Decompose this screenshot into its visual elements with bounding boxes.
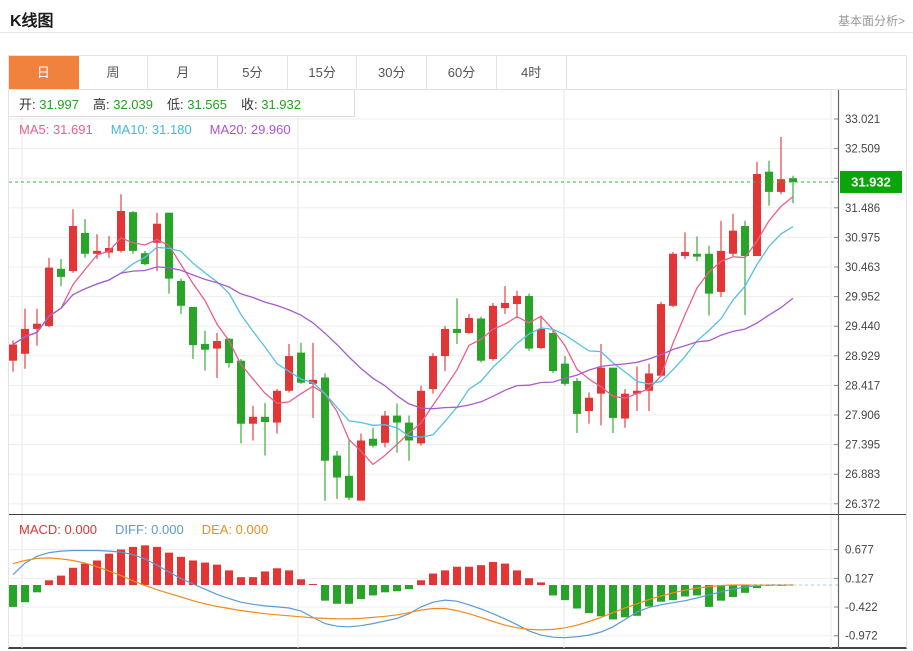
ohlc-legend: 开: 31.997 高: 32.039 低: 31.565 收: 31.932	[9, 90, 355, 117]
tab-1[interactable]: 周	[79, 56, 149, 89]
interval-tab-bar: 日周月5分15分30分60分4时	[9, 56, 906, 90]
macd-histogram	[9, 545, 785, 619]
legend-item: 收: 31.932	[241, 94, 301, 113]
macd-axis-label: -0.422	[845, 602, 878, 614]
tab-5[interactable]: 30分	[357, 56, 427, 89]
page-header: K线图 基本面分析>	[0, 0, 913, 33]
kline-main-panel: 33.02132.50931.99831.48630.97530.46329.9…	[9, 90, 906, 514]
price-axis-label: 26.372	[845, 499, 880, 511]
price-axis-label: 26.883	[845, 469, 880, 481]
price-axis-label: 27.395	[845, 440, 880, 452]
price-axis-label: 32.509	[845, 144, 880, 156]
price-axis-label: 29.440	[845, 321, 880, 333]
price-axis-label: 29.952	[845, 292, 880, 304]
legend-item: 低: 31.565	[167, 94, 227, 113]
legend-item: 开: 31.997	[19, 94, 79, 113]
macd-axis-label: 0.127	[845, 573, 874, 585]
price-axis-label: 30.463	[845, 262, 880, 274]
legend-item: MA10: 31.180	[111, 122, 192, 137]
price-axis-label: 31.486	[845, 203, 880, 215]
legend-item: 高: 32.039	[93, 94, 153, 113]
tab-3[interactable]: 5分	[218, 56, 288, 89]
tab-4[interactable]: 15分	[288, 56, 358, 89]
tab-0[interactable]: 日	[9, 56, 79, 89]
price-axis-label: 28.417	[845, 380, 880, 392]
svg-text:31.932: 31.932	[851, 174, 891, 189]
price-axis-label: 33.021	[845, 114, 880, 126]
macd-axis-label: -0.972	[845, 631, 878, 643]
kline-page: K线图 基本面分析> 日周月5分15分30分60分4时 33.021 32.509…	[0, 0, 913, 651]
legend-item: MACD: 0.000	[19, 522, 97, 537]
legend-item: DEA: 0.000	[202, 522, 269, 537]
legend-item: MA5: 31.691	[19, 122, 93, 137]
ma-legend: MA5: 31.691 MA10: 31.180 MA20: 29.960	[19, 119, 309, 139]
legend-item: MA20: 29.960	[210, 122, 291, 137]
legend-item: DIFF: 0.000	[115, 522, 184, 537]
current-price-tag: 31.932	[840, 171, 902, 193]
candles-group	[9, 137, 797, 501]
price-axis-label: 30.975	[845, 232, 880, 244]
fundamental-analysis-link[interactable]: 基本面分析>	[838, 12, 905, 29]
macd-axis-label: 0.677	[845, 545, 874, 557]
macd-panel: 0.677 0.127 -0.422 -0.972 MACD: 0.000 DIFF: …	[9, 514, 906, 648]
price-axis-label: 28.929	[845, 351, 880, 363]
tab-7[interactable]: 4时	[497, 56, 567, 89]
tab-2[interactable]: 月	[148, 56, 218, 89]
tab-6[interactable]: 60分	[427, 56, 497, 89]
price-axis-label: 27.906	[845, 410, 880, 422]
kline-chart[interactable]: 33.02132.50931.99831.48630.97530.46329.9…	[9, 90, 906, 514]
page-title: K线图	[10, 7, 54, 31]
chart-container: 日周月5分15分30分60分4时 33.02132.50931.99831.48…	[8, 55, 907, 649]
macd-legend: MACD: 0.000 DIFF: 0.000 DEA: 0.000	[19, 520, 286, 538]
